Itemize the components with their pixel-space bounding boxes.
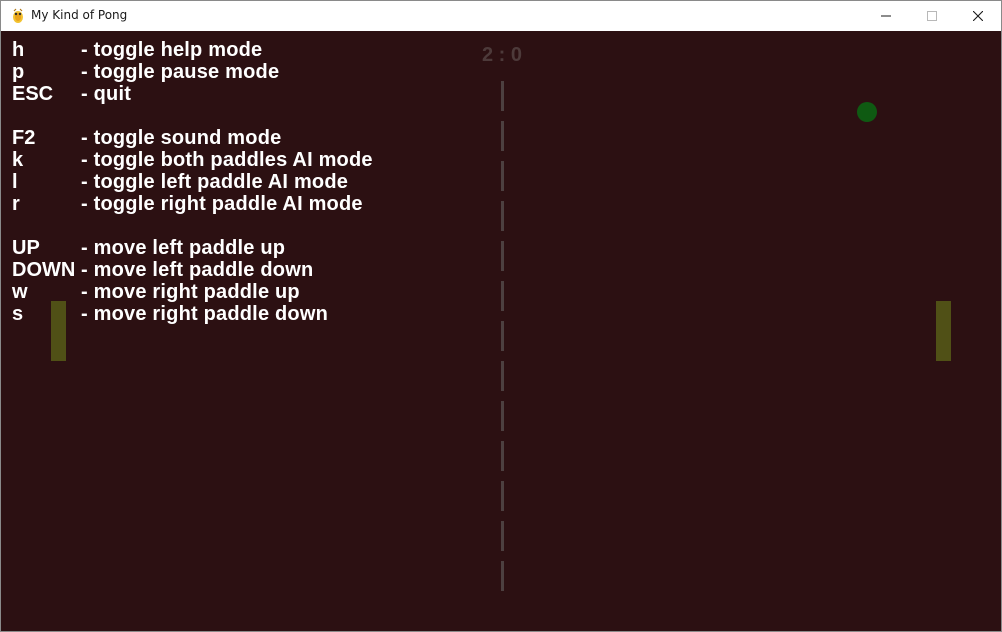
ball — [857, 102, 877, 122]
help-description: - quit — [81, 83, 132, 105]
help-description: - toggle pause mode — [81, 61, 280, 83]
minimize-icon — [881, 15, 891, 17]
minimize-button[interactable] — [863, 1, 909, 31]
net-dash — [501, 361, 504, 391]
net-dash — [501, 321, 504, 351]
net-dash — [501, 561, 504, 591]
net-dash — [501, 441, 504, 471]
pygame-snake-icon — [13, 8, 23, 23]
help-key: DOWN — [12, 259, 76, 281]
help-key: w — [12, 281, 28, 303]
help-key: r — [12, 193, 20, 215]
center-net — [501, 81, 504, 593]
help-description: - toggle both paddles AI mode — [81, 149, 373, 171]
title-bar[interactable]: My Kind of Pong — [1, 1, 1001, 31]
net-dash — [501, 401, 504, 431]
help-key: k — [12, 149, 24, 171]
close-button[interactable] — [955, 1, 1001, 31]
help-description: - move left paddle down — [81, 259, 314, 281]
help-description: - toggle help mode — [81, 39, 263, 61]
help-description: - move right paddle up — [81, 281, 300, 303]
help-description: - move left paddle up — [81, 237, 286, 259]
maximize-icon — [927, 11, 937, 21]
help-key: UP — [12, 237, 40, 259]
help-key: l — [12, 171, 18, 193]
game-window: My Kind of Pong h - toggle help mode p - t… — [0, 0, 1002, 632]
maximize-button[interactable] — [909, 1, 955, 31]
help-description: - toggle right paddle AI mode — [81, 193, 363, 215]
close-icon — [973, 11, 983, 21]
net-dash — [501, 521, 504, 551]
help-description: - toggle left paddle AI mode — [81, 171, 349, 193]
net-dash — [501, 281, 504, 311]
right-paddle — [936, 301, 951, 361]
help-key: h — [12, 39, 25, 61]
score-display: 2 : 0 — [481, 44, 523, 66]
net-dash — [501, 241, 504, 271]
window-title: My Kind of Pong — [31, 8, 128, 22]
game-canvas[interactable]: h - toggle help mode p - toggle pause mode… — [1, 31, 1001, 631]
help-key: p — [12, 61, 25, 83]
help-description: - toggle sound mode — [81, 127, 282, 149]
net-dash — [501, 121, 504, 151]
net-dash — [501, 481, 504, 511]
help-description: - move right paddle down — [81, 303, 329, 325]
net-dash — [501, 201, 504, 231]
help-key: F2 — [12, 127, 36, 149]
help-key: s — [12, 303, 24, 325]
net-dash — [501, 161, 504, 191]
net-dash — [501, 81, 504, 111]
left-paddle — [51, 301, 66, 361]
help-key: ESC — [12, 83, 54, 105]
